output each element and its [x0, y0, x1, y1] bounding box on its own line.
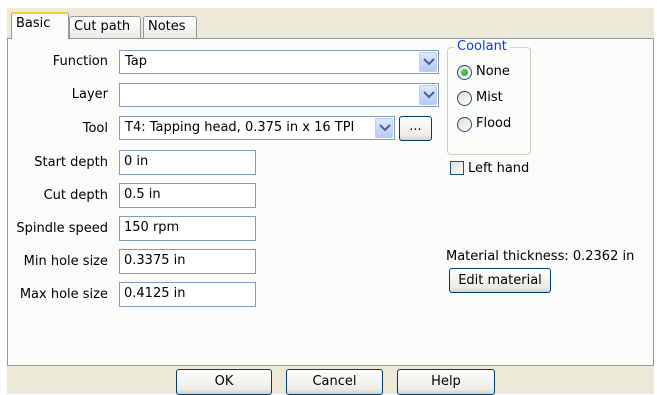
material-thickness-text: Material thickness: 0.2362 in [446, 249, 635, 264]
layer-dropdown[interactable] [119, 83, 439, 107]
chevron-down-icon [379, 124, 391, 132]
tool-dropdown[interactable]: T4: Tapping head, 0.375 in x 16 TPI [119, 116, 395, 140]
layer-dropdown-button[interactable] [419, 85, 437, 105]
tab-notes-label: Notes [148, 19, 186, 34]
tab-basic[interactable]: Basic [11, 12, 69, 39]
tab-cut-path[interactable]: Cut path [69, 16, 141, 38]
max-hole-size-value: 0.4125 in [124, 286, 186, 301]
radio-selected-dot [461, 69, 468, 76]
start-depth-value: 0 in [124, 154, 149, 169]
min-hole-size-value: 0.3375 in [124, 253, 186, 268]
tab-strip: Basic Cut path Notes [7, 8, 654, 39]
cut-depth-label: Cut depth [43, 188, 108, 203]
start-depth-field[interactable]: 0 in [119, 150, 256, 175]
coolant-mist-radio[interactable] [457, 91, 472, 106]
layer-label: Layer [71, 87, 108, 102]
spindle-speed-field[interactable]: 150 rpm [119, 216, 256, 241]
spindle-speed-value: 150 rpm [124, 220, 180, 235]
coolant-group: Coolant None Mist Flood [447, 39, 531, 155]
dialog-button-bar: OK Cancel Help [7, 366, 654, 395]
help-button[interactable]: Help [397, 369, 495, 395]
coolant-flood-radio[interactable] [457, 117, 472, 132]
max-hole-size-field[interactable]: 0.4125 in [119, 282, 256, 307]
tab-cut-path-label: Cut path [74, 19, 131, 34]
tool-label: Tool [82, 121, 108, 136]
chevron-down-icon [423, 58, 435, 66]
coolant-title: Coolant [454, 39, 510, 54]
min-hole-size-field[interactable]: 0.3375 in [119, 249, 256, 274]
tool-browse-button[interactable]: ... [399, 116, 432, 141]
min-hole-size-label: Min hole size [23, 254, 108, 269]
chevron-down-icon [423, 91, 435, 99]
left-hand-checkbox[interactable] [450, 161, 464, 175]
tab-basic-label: Basic [16, 16, 51, 31]
function-value: Tap [125, 54, 148, 69]
cancel-button[interactable]: Cancel [286, 369, 383, 395]
tool-dropdown-button[interactable] [375, 118, 393, 138]
function-label: Function [52, 54, 108, 69]
cut-depth-value: 0.5 in [124, 187, 161, 202]
spindle-speed-label: Spindle speed [16, 221, 108, 236]
start-depth-label: Start depth [34, 155, 108, 170]
tool-value: T4: Tapping head, 0.375 in x 16 TPI [125, 120, 355, 135]
cut-depth-field[interactable]: 0.5 in [119, 183, 256, 208]
function-dropdown[interactable]: Tap [119, 50, 439, 74]
coolant-none-radio[interactable] [457, 65, 472, 80]
left-hand-label[interactable]: Left hand [468, 161, 529, 176]
tab-notes[interactable]: Notes [143, 16, 197, 38]
coolant-flood-label[interactable]: Flood [476, 116, 511, 131]
coolant-mist-label[interactable]: Mist [476, 90, 503, 105]
dialog-window: Basic Cut path Notes Function Tap Layer … [7, 8, 654, 395]
coolant-none-label[interactable]: None [476, 64, 510, 79]
basic-tab-panel: Function Tap Layer Tool T4: Tapping head… [7, 38, 654, 366]
ok-button[interactable]: OK [176, 369, 272, 395]
edit-material-button[interactable]: Edit material [449, 268, 551, 293]
max-hole-size-label: Max hole size [19, 287, 108, 302]
function-dropdown-button[interactable] [419, 52, 437, 72]
